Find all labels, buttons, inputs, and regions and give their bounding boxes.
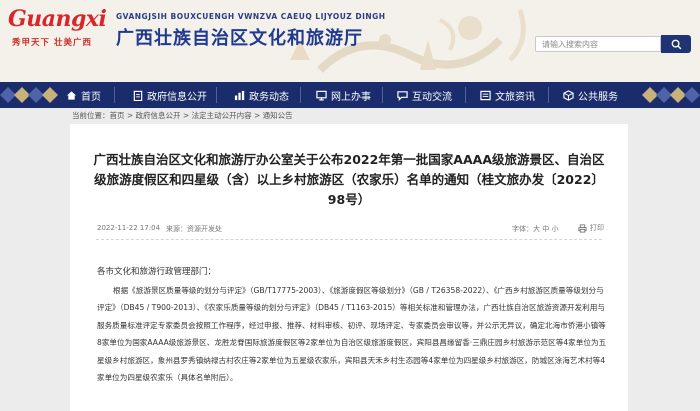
article-title: 广西壮族自治区文化和旅游厅办公室关于公布2022年第一批国家AAAA级旅游景区、…	[93, 152, 605, 207]
search-button[interactable]	[661, 35, 691, 53]
nav-item-label: 公共服务	[578, 91, 618, 103]
font-size-switcher[interactable]: 字体：大 中 小	[512, 224, 558, 234]
nav-divider	[114, 87, 115, 103]
chart-icon	[234, 90, 245, 100]
nav-pattern-left	[0, 87, 58, 103]
print-label: 打印	[590, 224, 604, 232]
nav-divider	[216, 87, 217, 103]
search-icon	[671, 39, 681, 49]
article-greeting: 各市文化和旅游行政管理部门：	[97, 267, 217, 277]
nav-divider	[548, 87, 549, 103]
meta-divider	[96, 239, 602, 241]
print-button[interactable]: 打印	[578, 223, 604, 233]
printer-icon	[578, 223, 587, 233]
nav-item-label: 文旅资讯	[495, 91, 535, 103]
nav-item-culture-news[interactable]: 文旅资讯	[480, 82, 535, 108]
article-source: 来源：资源开发处	[166, 225, 222, 233]
nav-item-gov-news[interactable]: 政务动态	[234, 82, 289, 108]
nav-item-label: 互动交流	[412, 91, 452, 103]
nav-item-label: 政务动态	[249, 91, 289, 103]
site-name-english: GVANGJSIH BOUXCUENGH VWNZVA CAEUQ LIJYOU…	[116, 12, 386, 21]
nav-item-label: 首页	[81, 91, 101, 103]
nav-pattern-right	[642, 87, 700, 103]
site-name-chinese[interactable]: 广西壮族自治区文化和旅游厅	[116, 24, 363, 50]
nav-divider	[465, 87, 466, 103]
nav-divider	[382, 87, 383, 103]
logo-slogan: 秀甲天下 壮美广西	[12, 38, 92, 48]
chat-icon	[397, 90, 408, 101]
nav-item-label: 政府信息公开	[147, 91, 207, 103]
home-icon	[66, 90, 77, 100]
site-header: Guangxi 秀甲天下 壮美广西 GVANGJSIH BOUXCUENGH V…	[0, 0, 700, 82]
nav-item-home[interactable]: 首页	[66, 82, 101, 108]
nav-item-label: 网上办事	[331, 91, 371, 103]
main-nav: 首页 政府信息公开 政务动态 网上办事 互动交流 文旅资讯 公共服务	[0, 82, 700, 108]
nav-divider	[300, 87, 301, 103]
monitor-icon	[316, 90, 327, 100]
nav-item-interaction[interactable]: 互动交流	[397, 82, 452, 108]
news-icon	[480, 90, 491, 100]
search-input[interactable]: 请输入搜索内容	[535, 36, 661, 52]
cube-icon	[563, 89, 574, 101]
nav-item-public-service[interactable]: 公共服务	[563, 82, 618, 108]
nav-item-online-service[interactable]: 网上办事	[316, 82, 371, 108]
breadcrumb[interactable]: 当前位置：首页 > 政府信息公开 > 法定主动公开内容 > 通知公告	[72, 110, 293, 121]
article-body: 根据《旅游景区质量等级的划分与评定》（GB/T17775-2003）、《旅游度假…	[97, 286, 607, 383]
article-date: 2022-11-22 17:04	[97, 224, 161, 232]
article-panel: 广西壮族自治区文化和旅游厅办公室关于公布2022年第一批国家AAAA级旅游景区、…	[70, 124, 628, 411]
nav-item-gov-info[interactable]: 政府信息公开	[133, 82, 207, 108]
clipboard-icon	[133, 90, 143, 101]
site-logo[interactable]: Guangxi	[8, 6, 107, 32]
